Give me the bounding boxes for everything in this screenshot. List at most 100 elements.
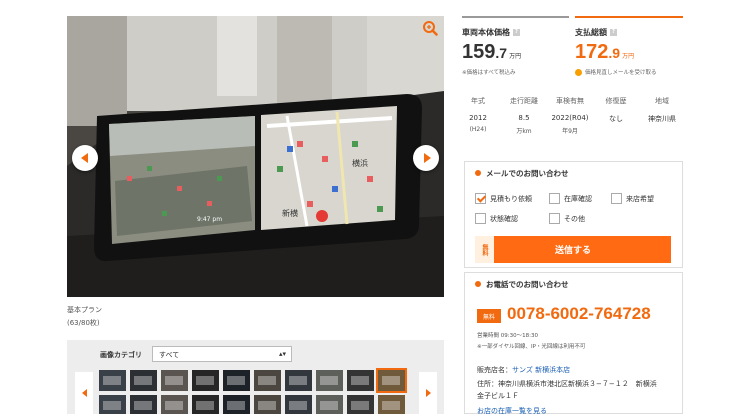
- chevron-right-icon: [425, 389, 431, 397]
- thumbs-prev-button[interactable]: [75, 372, 93, 414]
- photo-thumbnail[interactable]: [347, 395, 374, 414]
- body-price-unit: 万円: [509, 53, 522, 60]
- photo-thumbnail[interactable]: [285, 370, 312, 391]
- inquiry-option-label: 状態確認: [490, 214, 518, 223]
- total-price-box: 支払総額? 172.9 万円 価格見直しメールを受け取る: [575, 16, 683, 86]
- total-price-unit: 万円: [622, 53, 635, 60]
- shop-name-label: 販売店名：: [477, 366, 512, 374]
- spec-col: 車検有無 2022(R04) 年9月: [547, 96, 593, 135]
- phone-note: ※一部ダイヤル回線、IP・光回線は利用不可: [477, 344, 586, 350]
- photo-thumbnail[interactable]: [130, 395, 157, 414]
- tax-note: ※価格はすべて税込み: [462, 70, 516, 76]
- total-price-dec: .9: [608, 45, 621, 61]
- category-label: 画像カテゴリ: [100, 351, 142, 359]
- photo-thumbnail[interactable]: [223, 395, 250, 414]
- photo-thumbnail[interactable]: [192, 395, 219, 414]
- checkbox[interactable]: [475, 213, 486, 224]
- spec-value: なし: [609, 115, 623, 123]
- spec-label: 走行距離: [510, 97, 538, 105]
- checkbox[interactable]: [549, 193, 560, 204]
- chevron-left-icon: [80, 153, 88, 163]
- main-photo[interactable]: 9:47 pm 横浜 新横: [67, 16, 444, 297]
- chevron-left-icon: [81, 389, 87, 397]
- price-alert-link[interactable]: 価格見直しメールを受け取る: [575, 68, 683, 76]
- bullet-icon: [475, 281, 481, 287]
- free-call-badge: 無料: [477, 309, 501, 323]
- photo-thumbnail[interactable]: [192, 370, 219, 391]
- photo-thumbnail[interactable]: [99, 370, 126, 391]
- spec-subvalue: 年9月: [562, 128, 578, 135]
- screen-right-label-2: 新横: [282, 208, 298, 218]
- send-button[interactable]: 無料 送信する: [475, 236, 671, 263]
- spec-value: 神奈川県: [648, 115, 676, 123]
- photo-thumbnail[interactable]: [254, 370, 281, 391]
- prev-photo-button[interactable]: [72, 145, 98, 171]
- photo-thumbnail[interactable]: [316, 395, 343, 414]
- category-select[interactable]: すべて ▴▾: [152, 346, 292, 362]
- photo-thumbnail[interactable]: [161, 370, 188, 391]
- shop-name-link[interactable]: サンズ 新横浜本店: [512, 366, 570, 374]
- thumbnail-panel: 画像カテゴリ すべて ▴▾: [67, 340, 444, 414]
- body-price-label: 車両本体価格: [462, 28, 510, 37]
- photo-thumbnail[interactable]: [316, 370, 343, 391]
- bullet-icon: [475, 170, 481, 176]
- inquiry-option[interactable]: 状態確認: [475, 213, 518, 224]
- photo-thumbnail[interactable]: [378, 395, 405, 414]
- spec-value: 2012: [469, 114, 487, 122]
- total-price: 172.9 万円: [575, 41, 683, 64]
- next-photo-button[interactable]: [413, 145, 439, 171]
- phone-inquiry-title: お電話でのお問い合わせ: [486, 279, 569, 289]
- send-button-label: 送信する: [554, 246, 591, 256]
- spec-label: 修復歴: [605, 97, 627, 105]
- photo-thumbnail[interactable]: [376, 368, 407, 393]
- spec-value: 8.5: [518, 114, 530, 122]
- inquiry-option-label: 在庫確認: [564, 194, 592, 203]
- photo-thumbnail[interactable]: [130, 370, 157, 391]
- spec-col: 修復歴 なし: [593, 96, 639, 135]
- spec-col: 年式 2012 (H24): [455, 96, 501, 135]
- spec-label: 車検有無: [556, 97, 584, 105]
- bell-icon: [575, 68, 582, 76]
- spec-subvalue: (H24): [469, 126, 487, 133]
- thumbs-next-button[interactable]: [419, 372, 437, 414]
- chevron-right-icon: [423, 153, 431, 163]
- photo-thumbnail[interactable]: [161, 395, 188, 414]
- zoom-icon[interactable]: [422, 20, 438, 36]
- photo-thumbnail[interactable]: [223, 370, 250, 391]
- business-hours: 営業時間 09:30〜18:30: [477, 333, 538, 339]
- shop-address-2: 金子ビル１Ｆ: [477, 392, 519, 400]
- help-icon[interactable]: ?: [610, 29, 617, 36]
- shop-stock-link[interactable]: お店の在庫一覧を見る: [477, 406, 547, 414]
- spec-col: 地域 神奈川県: [639, 96, 685, 135]
- photo-thumbnail[interactable]: [99, 395, 126, 414]
- updown-arrow-icon: ▴▾: [278, 350, 286, 358]
- spec-value: 2022(R04): [551, 114, 589, 122]
- photo-thumbnail[interactable]: [254, 395, 281, 414]
- total-price-label: 支払総額: [575, 28, 607, 37]
- body-price-int: 159: [462, 41, 496, 63]
- mail-inquiry-box: メールでのお問い合わせ 見積もり依頼 在庫確認 来店希望 状態確認 その他 無料…: [464, 161, 683, 268]
- spec-table: 年式 2012 (H24) 走行距離 8.5 万km 車検有無 2022(R04) …: [455, 96, 685, 135]
- photo-thumbnail[interactable]: [285, 395, 312, 414]
- checkbox[interactable]: [475, 193, 486, 204]
- inquiry-option-label: 来店希望: [626, 194, 654, 203]
- inquiry-option[interactable]: 見積もり依頼: [475, 193, 532, 204]
- inquiry-option[interactable]: その他: [549, 213, 585, 224]
- photo-plan-caption: 基本プラン: [67, 306, 102, 314]
- inquiry-option[interactable]: 在庫確認: [549, 193, 592, 204]
- inquiry-option[interactable]: 来店希望: [611, 193, 654, 204]
- checkbox[interactable]: [611, 193, 622, 204]
- help-icon[interactable]: ?: [513, 29, 520, 36]
- phone-inquiry-box: お電話でのお問い合わせ 無料 0078-6002-764728 営業時間 09:…: [464, 272, 683, 414]
- spec-label: 地域: [655, 97, 669, 105]
- body-price: 159.7 万円: [462, 41, 569, 64]
- phone-number[interactable]: 0078-6002-764728: [507, 304, 651, 324]
- spec-col: 走行距離 8.5 万km: [501, 96, 547, 135]
- category-selected-value: すべて: [159, 351, 180, 359]
- screen-left-label: 9:47 pm: [197, 216, 222, 223]
- screen-right-label: 横浜: [352, 158, 368, 168]
- photo-thumbnail[interactable]: [347, 370, 374, 391]
- checkbox[interactable]: [549, 213, 560, 224]
- mail-inquiry-title: メールでのお問い合わせ: [486, 168, 569, 178]
- total-price-int: 172: [575, 41, 609, 63]
